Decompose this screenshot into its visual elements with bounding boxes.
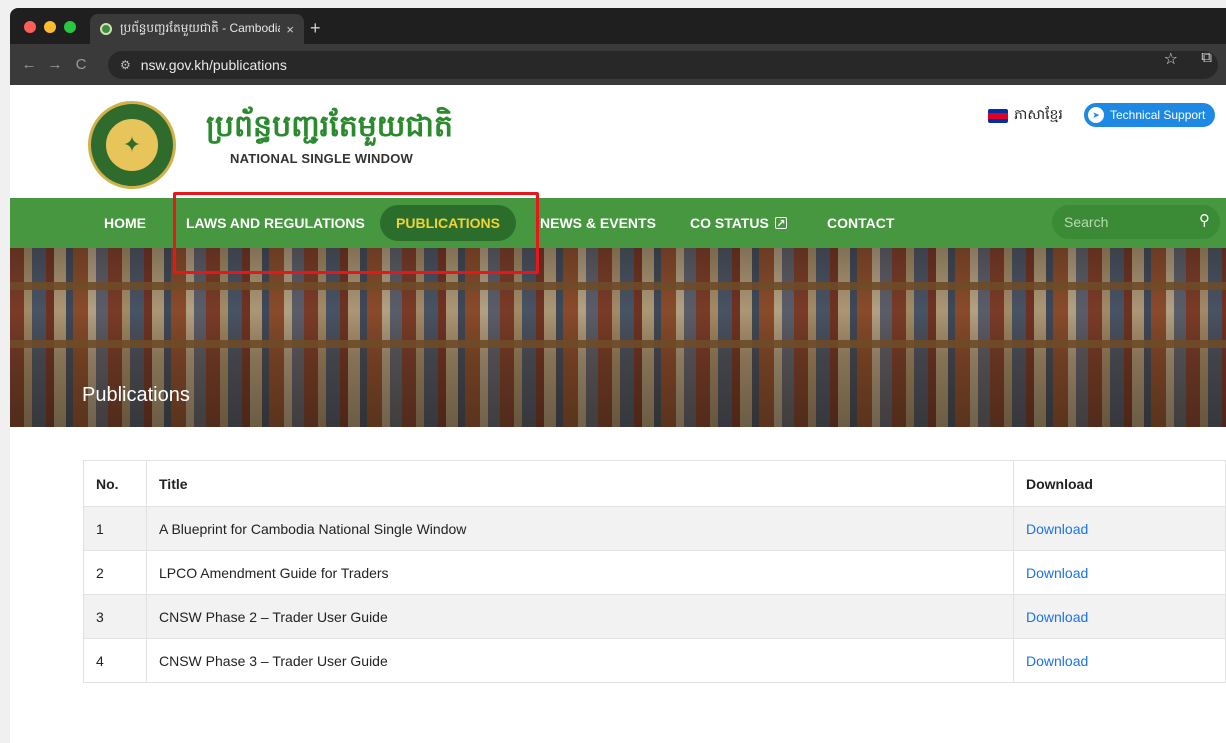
url-text: nsw.gov.kh/publications <box>140 57 287 73</box>
nsw-logo-seal-icon[interactable]: ✦ <box>88 101 176 189</box>
column-header-download: Download <box>1013 460 1226 507</box>
search-box: ⚲ <box>1052 205 1220 239</box>
nav-co-status[interactable]: CO STATUS ↗ <box>690 198 787 248</box>
cambodia-flag-icon <box>988 108 1008 123</box>
nav-publications-active[interactable]: PUBLICATIONS <box>380 205 516 241</box>
download-link[interactable]: Download <box>1026 653 1088 669</box>
publications-table-container: No. Title Download 1 A Blueprint for Cam… <box>83 460 1226 683</box>
site-header: ✦ ប្រព័ន្ធបញ្ជរតែមួយជាតិ NATIONAL SINGLE… <box>10 85 1226 198</box>
forward-button[interactable]: → <box>42 56 68 73</box>
telegram-icon: ➤ <box>1088 107 1104 123</box>
column-header-no: No. <box>83 460 147 507</box>
page-title: Publications <box>82 384 190 406</box>
row-number: 2 <box>83 550 147 595</box>
nav-home[interactable]: HOME <box>104 198 146 248</box>
shelf-divider <box>10 340 1226 348</box>
table-row: 3 CNSW Phase 2 – Trader User Guide Downl… <box>83 594 1226 639</box>
language-switch[interactable]: ភាសាខ្មែរ <box>988 105 1063 126</box>
support-label: Technical Support <box>1110 108 1206 122</box>
column-header-title: Title <box>146 460 1014 507</box>
back-button[interactable]: ← <box>16 56 42 73</box>
row-title: A Blueprint for Cambodia National Single… <box>146 506 1014 551</box>
main-nav: HOME LAWS AND REGULATIONS PUBLICATIONS N… <box>10 198 1226 248</box>
browser-toolbar: ← → C ⚙ nsw.gov.kh/publications ☆ ⧉ <box>10 44 1226 85</box>
external-link-icon: ↗ <box>774 217 787 230</box>
tab-close-icon[interactable]: × <box>286 22 294 37</box>
site-favicon-icon <box>100 23 112 35</box>
nav-laws-and-regulations[interactable]: LAWS AND REGULATIONS <box>186 198 365 248</box>
shelf-divider <box>10 282 1226 290</box>
window-controls <box>24 21 76 33</box>
row-number: 1 <box>83 506 147 551</box>
row-number: 4 <box>83 638 147 683</box>
download-link[interactable]: Download <box>1026 521 1088 537</box>
new-tab-button[interactable]: + <box>310 18 321 39</box>
nav-news-events[interactable]: NEWS & EVENTS <box>540 198 656 248</box>
minimize-window-button[interactable] <box>44 21 56 33</box>
extensions-icon[interactable]: ⧉ <box>1201 49 1212 66</box>
browser-tab-active[interactable]: ប្រព័ន្ធបញ្ជរតែមួយជាតិ - Cambodia × <box>90 14 304 44</box>
address-bar[interactable]: ⚙ nsw.gov.kh/publications <box>108 51 1218 79</box>
row-title: CNSW Phase 3 – Trader User Guide <box>146 638 1014 683</box>
brand-title-khmer[interactable]: ប្រព័ន្ធបញ្ជរតែមួយជាតិ <box>206 107 453 151</box>
technical-support-button[interactable]: ➤ Technical Support <box>1084 103 1216 127</box>
row-title: CNSW Phase 2 – Trader User Guide <box>146 594 1014 639</box>
row-number: 3 <box>83 594 147 639</box>
download-link[interactable]: Download <box>1026 609 1088 625</box>
publications-table: No. Title Download 1 A Blueprint for Cam… <box>83 460 1226 683</box>
table-row: 1 A Blueprint for Cambodia National Sing… <box>83 506 1226 551</box>
nav-contact[interactable]: CONTACT <box>827 198 894 248</box>
page-banner: Publications <box>10 248 1226 427</box>
logo-emblem-icon: ✦ <box>103 116 161 174</box>
web-page: ✦ ប្រព័ន្ធបញ្ជរតែមួយជាតិ NATIONAL SINGLE… <box>10 85 1226 743</box>
table-header-row: No. Title Download <box>83 460 1226 507</box>
maximize-window-button[interactable] <box>64 21 76 33</box>
table-row: 4 CNSW Phase 3 – Trader User Guide Downl… <box>83 638 1226 683</box>
search-input[interactable] <box>1064 214 1184 230</box>
site-info-icon[interactable]: ⚙ <box>120 58 131 72</box>
nav-co-status-label: CO STATUS <box>690 215 769 231</box>
download-link[interactable]: Download <box>1026 565 1088 581</box>
search-icon[interactable]: ⚲ <box>1199 211 1210 229</box>
reload-button[interactable]: C <box>68 56 94 73</box>
language-label: ភាសាខ្មែរ <box>1014 106 1063 122</box>
brand-title-english[interactable]: NATIONAL SINGLE WINDOW <box>230 151 413 166</box>
tab-title: ប្រព័ន្ធបញ្ជរតែមួយជាតិ - Cambodia <box>120 21 281 35</box>
close-window-button[interactable] <box>24 21 36 33</box>
table-row: 2 LPCO Amendment Guide for Traders Downl… <box>83 550 1226 595</box>
browser-window: ប្រព័ន្ធបញ្ជរតែមួយជាតិ - Cambodia × + ← … <box>10 8 1226 85</box>
row-title: LPCO Amendment Guide for Traders <box>146 550 1014 595</box>
bookmark-star-icon[interactable]: ☆ <box>1164 49 1178 69</box>
